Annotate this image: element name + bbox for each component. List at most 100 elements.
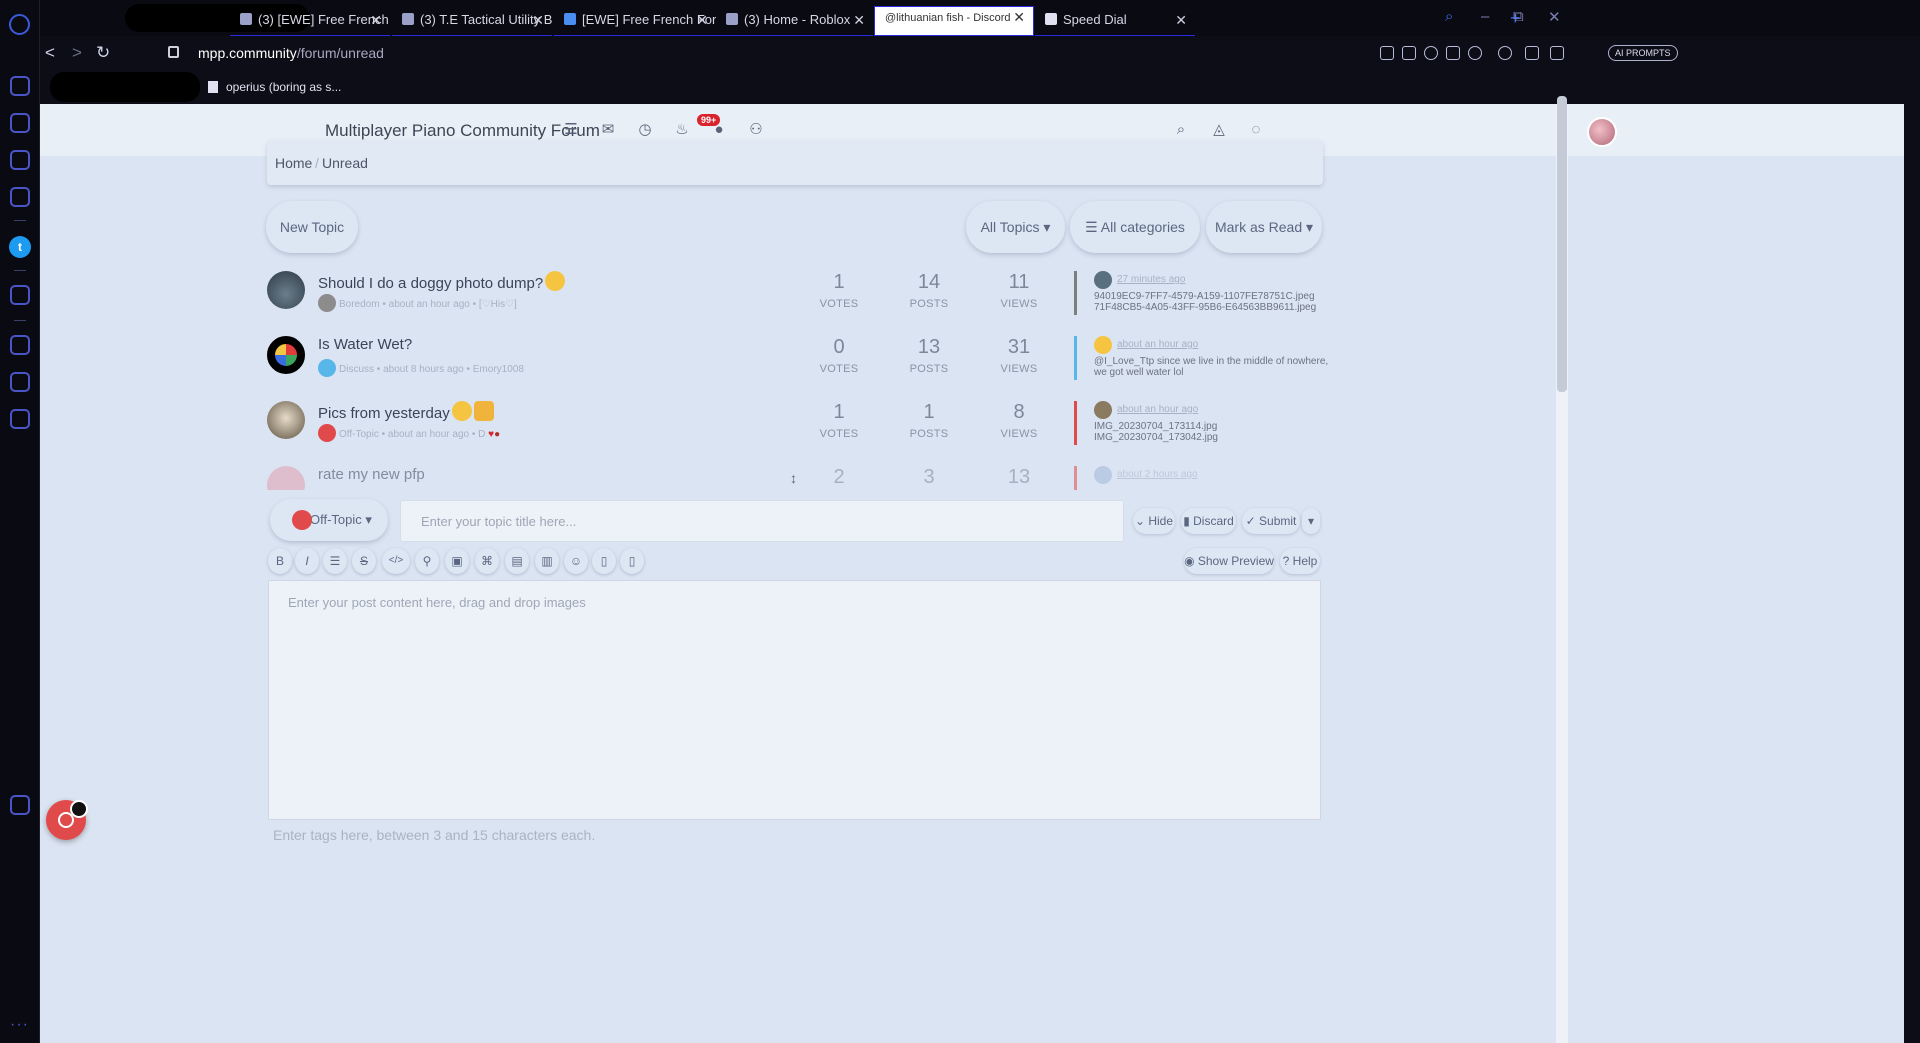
player-icon[interactable] <box>10 285 30 305</box>
author-avatar[interactable] <box>267 401 305 439</box>
last-post-teaser[interactable]: about 2 hours ago <box>1074 466 1324 490</box>
hide-button[interactable]: ⌄ Hide <box>1133 508 1175 534</box>
topic-row[interactable]: Should I do a doggy photo dump? Boredom … <box>267 263 1567 335</box>
share-icon[interactable] <box>1380 46 1394 60</box>
upload-image-button[interactable]: ▯ <box>592 548 616 574</box>
categories-icon[interactable]: ☰ <box>563 122 579 138</box>
tab-search-icon[interactable]: ⌕ <box>1445 8 1453 25</box>
post-content-editor[interactable] <box>268 580 1321 820</box>
category-icon[interactable] <box>318 359 336 377</box>
address-input[interactable]: mpp.community/forum/unread <box>198 45 384 61</box>
more-icon[interactable]: ··· <box>10 1016 29 1034</box>
site-title[interactable]: Multiplayer Piano Community Forum <box>325 121 600 141</box>
twitter-icon[interactable]: t <box>9 236 31 258</box>
close-icon[interactable]: ✕ <box>370 10 382 30</box>
topic-title[interactable]: Is Water Wet? <box>318 336 412 353</box>
search-icon[interactable]: ⌕ <box>1173 122 1189 138</box>
last-poster-avatar[interactable] <box>1094 401 1112 419</box>
messenger-icon[interactable] <box>10 187 30 207</box>
history-icon[interactable] <box>10 335 30 355</box>
recent-icon[interactable]: ◷ <box>637 122 653 138</box>
lock-icon[interactable] <box>168 46 179 58</box>
topic-title[interactable]: Should I do a doggy photo dump? <box>318 271 566 292</box>
scrollbar-thumb[interactable] <box>1557 96 1567 392</box>
new-topic-button[interactable]: New Topic <box>266 201 358 253</box>
popular-icon[interactable]: ♨ <box>674 122 690 138</box>
reload-button[interactable]: ↻ <box>96 43 110 63</box>
topic-title-input[interactable] <box>400 500 1124 542</box>
tab[interactable]: (3) [EWE] Free French Force✕ <box>230 10 390 36</box>
link-button[interactable]: ⚲ <box>415 548 439 574</box>
adblock-icon[interactable] <box>1424 46 1438 60</box>
close-icon[interactable]: ✕ <box>532 10 544 30</box>
close-icon[interactable]: ✕ <box>853 10 865 30</box>
category-label[interactable]: Boredom <box>339 299 380 310</box>
menu-icon[interactable] <box>1550 46 1564 60</box>
topic-row[interactable]: Pics from yesterday Off-Topic • about an… <box>267 393 1567 465</box>
author-avatar[interactable] <box>267 466 305 490</box>
user-avatar[interactable] <box>1587 117 1617 147</box>
close-window-button[interactable]: ✕ <box>1548 8 1561 26</box>
last-post-time[interactable]: about an hour ago <box>1117 339 1198 350</box>
help-button[interactable]: ? Help <box>1280 548 1320 574</box>
category-label[interactable]: Discuss <box>339 364 374 375</box>
composer-category-dropdown[interactable]: Off-Topic ▾ <box>270 499 388 541</box>
back-button[interactable]: < <box>45 43 55 63</box>
strikethrough-button[interactable]: S <box>352 548 376 574</box>
topic-row[interactable]: Is Water Wet? Discuss • about 8 hours ag… <box>267 328 1567 400</box>
breadcrumb-home[interactable]: Home <box>275 155 312 171</box>
tab[interactable]: (3) T.E Tactical Utility Belt -✕ <box>392 10 552 36</box>
last-poster-avatar[interactable] <box>1094 336 1112 354</box>
author-avatar[interactable] <box>267 336 305 374</box>
tab[interactable]: Speed Dial ✕ <box>1035 10 1195 36</box>
show-preview-button[interactable]: ◉ Show Preview <box>1184 548 1274 574</box>
last-post-time[interactable]: 27 minutes ago <box>1117 274 1185 285</box>
groups-icon[interactable]: ⚇ <box>748 122 764 138</box>
author-avatar[interactable] <box>267 271 305 309</box>
unread-icon[interactable]: ✉ <box>600 122 616 138</box>
last-post-time[interactable]: about 2 hours ago <box>1117 469 1198 480</box>
send-icon[interactable] <box>1446 46 1460 60</box>
close-icon[interactable]: ✕ <box>696 10 708 30</box>
all-topics-dropdown[interactable]: All Topics ▾ <box>966 201 1065 253</box>
maximize-button[interactable]: ⧉ <box>1513 8 1524 25</box>
italic-button[interactable]: I <box>295 548 319 574</box>
category-icon[interactable] <box>318 424 336 442</box>
code-button[interactable]: </> <box>382 548 410 574</box>
last-poster-avatar[interactable] <box>1094 271 1112 289</box>
download-icon[interactable] <box>1525 46 1539 60</box>
tab[interactable]: [EWE] Free French Forces U✕ <box>554 10 716 36</box>
twitch-icon[interactable] <box>10 150 30 170</box>
zen-mode-button[interactable]: ⌘ <box>475 548 499 574</box>
list-button[interactable]: ☰ <box>323 548 347 574</box>
minimize-button[interactable]: – <box>1481 8 1489 25</box>
work-icon[interactable] <box>10 113 30 133</box>
forward-button[interactable]: > <box>72 43 82 63</box>
all-categories-dropdown[interactable]: ☰ All categories <box>1070 201 1200 253</box>
post-content-textarea[interactable] <box>269 581 1320 819</box>
notifications-icon[interactable]: ◬ <box>1211 122 1227 138</box>
submit-button[interactable]: ✓ Submit <box>1242 508 1300 534</box>
resize-handle-icon[interactable]: ↕ <box>790 470 797 486</box>
bold-button[interactable]: B <box>268 548 292 574</box>
spoiler-button[interactable]: ▤ <box>505 548 529 574</box>
last-post-teaser[interactable]: 27 minutes ago 94019EC9-7FF7-4579-A159-1… <box>1074 271 1324 315</box>
poll-button[interactable]: ▥ <box>535 548 559 574</box>
mark-as-read-dropdown[interactable]: Mark as Read ▾ <box>1206 201 1322 253</box>
users-icon[interactable]: ● <box>711 122 727 138</box>
upload-file-button[interactable]: ▯ <box>620 548 644 574</box>
heart-icon[interactable] <box>1468 46 1482 60</box>
category-label[interactable]: Off-Topic <box>339 429 379 440</box>
emoji-button[interactable]: ☺ <box>564 548 588 574</box>
discard-button[interactable]: ▮ Discard <box>1181 508 1236 534</box>
eye-icon[interactable] <box>70 800 88 818</box>
speed-dial-icon[interactable] <box>10 76 30 96</box>
topic-title[interactable]: rate my new pfp <box>318 466 425 483</box>
opera-logo-icon[interactable] <box>9 14 30 35</box>
last-post-teaser[interactable]: about an hour ago IMG_20230704_173114.jp… <box>1074 401 1324 445</box>
bookmark-item[interactable]: operius (boring as s... <box>208 80 341 94</box>
ai-prompts-button[interactable]: AI PROMPTS <box>1608 45 1678 61</box>
topic-title[interactable]: Pics from yesterday <box>318 401 494 422</box>
account-icon[interactable] <box>1498 46 1512 60</box>
last-post-time[interactable]: about an hour ago <box>1117 404 1198 415</box>
